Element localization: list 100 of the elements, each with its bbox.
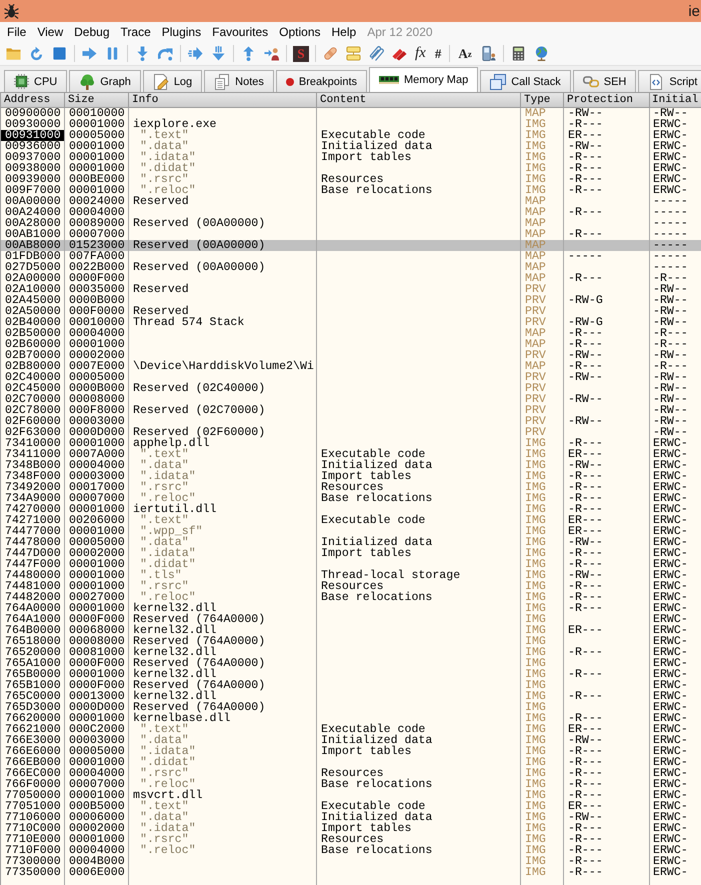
info-cell: ".didat" — [140, 756, 196, 769]
column-header[interactable]: Info — [132, 94, 158, 106]
address-cell: 74481000 — [5, 580, 61, 593]
content-cell: Initialized data — [321, 811, 432, 824]
address-cell: 766F0000 — [5, 778, 61, 791]
size-cell: 00089000 — [69, 217, 125, 230]
address-cell: 02B80000 — [5, 360, 61, 373]
column-header[interactable]: Protection — [567, 94, 634, 106]
size-cell: 00027000 — [69, 591, 125, 604]
address-cell: 76621000 — [5, 723, 61, 736]
address-cell: 74270000 — [5, 503, 61, 516]
size-cell: 00004000 — [69, 327, 125, 340]
column-header[interactable]: Type — [524, 94, 550, 106]
tab[interactable]: Log — [142, 70, 202, 92]
tab[interactable]: Notes — [204, 70, 274, 92]
address-cell: 02A10000 — [5, 283, 61, 296]
globe-icon[interactable] — [534, 46, 549, 61]
content-cell: Initialized data — [321, 734, 432, 747]
table-row[interactable]: 00AB8000 01523000 Reserved (00A00000) MAP ----- — [1, 240, 701, 251]
protection-cell: -R--- — [568, 668, 603, 681]
tab[interactable]: CPU — [4, 70, 68, 92]
tab[interactable]: SEH — [572, 70, 636, 92]
menu-item[interactable]: Trace — [116, 24, 156, 40]
initial-cell: ERWC- — [653, 800, 688, 813]
address-cell: 00900000 — [5, 107, 61, 120]
menu-item[interactable]: Options — [274, 24, 326, 40]
dashed-down-arrow-icon[interactable] — [211, 46, 226, 61]
size-cell: 000F8000 — [69, 404, 125, 417]
curved-arrow-icon[interactable] — [158, 46, 173, 61]
tab[interactable]: Breakpoints — [276, 70, 368, 92]
protection-cell: -R--- — [568, 360, 603, 373]
tab[interactable]: Script — [638, 70, 701, 92]
column-header[interactable]: Size — [68, 94, 94, 106]
info-cell: kernel32.dll — [133, 624, 216, 637]
size-cell: 00004000 — [69, 206, 125, 219]
down-arrow-icon[interactable] — [135, 46, 150, 61]
initial-cell: -RW-- — [653, 371, 688, 384]
pause-icon[interactable] — [105, 46, 120, 61]
restart-icon[interactable] — [29, 46, 44, 61]
tab[interactable]: Call Stack — [480, 70, 571, 92]
address-cell: 74478000 — [5, 536, 61, 549]
address-cell: 765A1000 — [5, 657, 61, 670]
size-cell: 0000F000 — [69, 272, 125, 285]
arrow-person-icon[interactable] — [264, 46, 279, 61]
type-cell: PRV — [525, 349, 546, 362]
initial-cell: ERWC- — [653, 624, 688, 637]
handheld-device-icon[interactable] — [480, 46, 496, 61]
tab[interactable]: Memory Map — [369, 67, 478, 92]
initial-cell: ----- — [653, 261, 688, 274]
address-cell: 766EB000 — [5, 756, 61, 769]
menu-item[interactable]: Help — [326, 24, 362, 40]
initial-cell: ERWC- — [653, 173, 688, 186]
address-cell: 77051000 — [5, 800, 61, 813]
menu-item[interactable]: Debug — [69, 24, 115, 40]
size-cell: 00001000 — [69, 338, 125, 351]
type-cell: IMG — [525, 822, 546, 835]
dashed-right-arrow-icon[interactable] — [188, 46, 203, 61]
linked-boxes-icon[interactable] — [346, 46, 361, 61]
tab[interactable]: Graph — [69, 70, 141, 92]
calculator-icon[interactable] — [510, 46, 526, 61]
slanted-bars-icon[interactable] — [392, 46, 407, 61]
address-cell: 00AB8000 — [5, 239, 61, 252]
column-header[interactable]: Address — [4, 94, 50, 106]
menu-item[interactable]: File — [2, 24, 32, 40]
stop-icon[interactable] — [52, 46, 67, 61]
info-cell: ".text" — [140, 129, 189, 142]
initial-cell: ERWC- — [653, 459, 688, 472]
column-header[interactable]: Initial — [652, 94, 698, 106]
paperclip-icon[interactable] — [369, 46, 384, 61]
address-cell: 765C0000 — [5, 690, 61, 703]
size-cell: 00001000 — [69, 569, 125, 582]
address-cell: 02B60000 — [5, 338, 61, 351]
protection-cell: -R--- — [568, 503, 603, 516]
up-arrow-icon[interactable] — [241, 46, 256, 61]
column-header[interactable]: Content — [320, 94, 366, 106]
toolbar-button[interactable]: fx — [414, 46, 427, 62]
size-cell: 00017000 — [69, 481, 125, 494]
right-arrow-icon[interactable] — [82, 46, 97, 61]
menu-item[interactable]: Favourites — [207, 24, 274, 40]
type-cell: IMG — [525, 503, 546, 516]
protection-cell: ER--- — [568, 514, 603, 527]
protection-cell: -RW-- — [568, 349, 603, 362]
address-cell: 76518000 — [5, 635, 61, 648]
folder-icon[interactable] — [6, 46, 21, 61]
menu-item[interactable]: Plugins — [156, 24, 206, 40]
type-cell: MAP — [525, 239, 546, 252]
code-document-icon — [648, 74, 664, 90]
initial-cell: -R--- — [653, 338, 688, 351]
info-cell: ".rsrc" — [140, 580, 189, 593]
initial-cell: ERWC- — [653, 789, 688, 802]
toolbar-button[interactable]: # — [432, 46, 444, 62]
info-cell: iertutil.dll — [133, 503, 216, 516]
initial-cell: ----- — [653, 206, 688, 219]
initial-cell: ERWC- — [653, 151, 688, 164]
size-cell: 0006E000 — [69, 866, 125, 879]
initial-cell: -R--- — [653, 360, 688, 373]
size-cell: 00024000 — [69, 195, 125, 208]
menu-item[interactable]: View — [32, 24, 68, 40]
protection-cell: -R--- — [568, 481, 603, 494]
info-cell: ".idata" — [140, 470, 196, 483]
